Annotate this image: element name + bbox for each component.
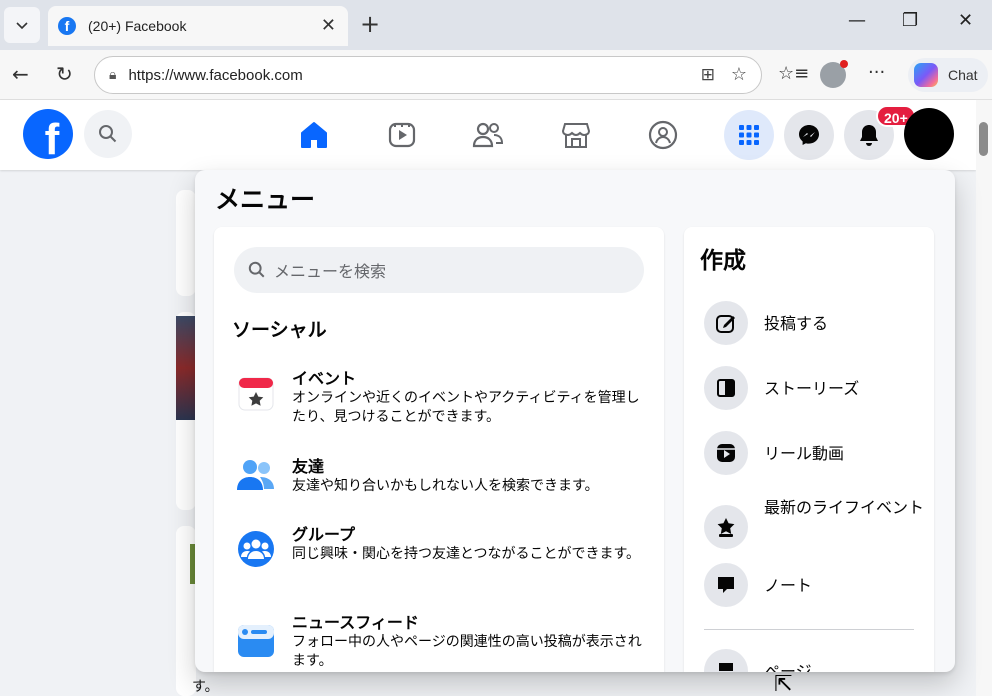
- messenger-button[interactable]: [784, 110, 834, 160]
- favorite-star-icon[interactable]: ☆: [731, 64, 747, 85]
- facebook-favicon-icon: f: [58, 17, 76, 35]
- profile-avatar-icon[interactable]: [820, 60, 848, 88]
- home-tab[interactable]: [296, 118, 332, 152]
- menu-item-groups[interactable]: グループ 同じ興味・関心を持つ友達とつながることができます。: [234, 521, 654, 585]
- star-badge-icon: [704, 505, 748, 549]
- menu-left-column: メニューを検索 ソーシャル イベント オンラインや近くのイベントやアクティビティ…: [214, 227, 664, 672]
- restore-icon[interactable]: ❐: [902, 10, 918, 31]
- more-options-icon[interactable]: ···: [868, 62, 885, 83]
- social-section-heading: ソーシャル: [232, 319, 327, 341]
- feed-card: [176, 526, 198, 696]
- menu-item-title: 友達: [292, 457, 325, 476]
- facebook-header: f 20+: [0, 100, 976, 170]
- browser-tab[interactable]: f (20+) Facebook ✕: [48, 6, 348, 46]
- back-arrow-icon[interactable]: ←: [12, 62, 29, 86]
- messenger-icon: [799, 125, 819, 145]
- groups-icon: [238, 531, 274, 567]
- friends-icon: [472, 122, 504, 148]
- refresh-icon[interactable]: ↻: [56, 62, 73, 86]
- menu-search-input[interactable]: メニューを検索: [234, 247, 644, 293]
- marketplace-tab[interactable]: [558, 118, 594, 152]
- menu-title: メニュー: [215, 185, 316, 214]
- menu-item-news-feed[interactable]: ニュースフィード フォロー中の人やページの関連性の高い投稿が表示されます。: [234, 609, 654, 672]
- home-icon: [301, 122, 327, 148]
- menu-search-placeholder: メニューを検索: [274, 262, 387, 281]
- window-close-icon[interactable]: ✕: [958, 10, 973, 31]
- feed-photo: [176, 316, 196, 420]
- marketplace-icon: [561, 123, 591, 148]
- feed-card: [176, 190, 196, 296]
- menu-item-description: 同じ興味・関心を持つ友達とつながることができます。: [292, 546, 641, 562]
- create-life-event-button[interactable]: 最新のライフイベント: [704, 497, 924, 557]
- copilot-icon: [914, 63, 938, 87]
- menu-item-events[interactable]: イベント オンラインや近くのイベントやアクティビティを管理したり、見つけることが…: [234, 365, 654, 429]
- create-item-label: 最新のライフイベント: [764, 498, 925, 517]
- create-reel-button[interactable]: リール動画: [704, 431, 924, 475]
- bell-icon: [860, 125, 878, 146]
- facebook-logo-icon[interactable]: f: [23, 109, 73, 159]
- news-feed-icon: [238, 625, 274, 657]
- create-item-label: ページ: [764, 662, 812, 672]
- groups-tab[interactable]: [645, 118, 681, 152]
- create-item-label: ストーリーズ: [764, 379, 860, 398]
- create-page-button[interactable]: ページ: [704, 649, 924, 672]
- url-text: https://www.facebook.com: [128, 66, 303, 84]
- create-item-label: 投稿する: [764, 314, 829, 333]
- speech-bubble-icon: [704, 563, 748, 607]
- chevron-down-icon: [16, 22, 28, 30]
- menu-item-title: イベント: [292, 369, 357, 388]
- profile-alert-dot: [840, 60, 848, 68]
- account-avatar[interactable]: [904, 108, 954, 160]
- feed-text-fragment: す。: [192, 679, 219, 695]
- menu-item-title: グループ: [292, 525, 356, 544]
- create-item-label: リール動画: [764, 444, 845, 463]
- menu-item-description: オンラインや近くのイベントやアクティビティを管理したり、見つけることができます。: [292, 390, 640, 425]
- video-tab[interactable]: [384, 118, 420, 152]
- scrollbar-thumb[interactable]: [979, 122, 988, 156]
- search-icon: [99, 125, 117, 143]
- copilot-label: Chat: [948, 67, 978, 83]
- menu-item-description: フォロー中の人やページの関連性の高い投稿が表示されます。: [292, 634, 642, 669]
- friends-icon: [237, 460, 274, 490]
- page-scrollbar[interactable]: [976, 100, 992, 696]
- url-input[interactable]: 🔒︎ https://www.facebook.com ⊞ ☆: [94, 56, 762, 94]
- flag-icon: [704, 649, 748, 672]
- menu-item-friends[interactable]: 友達 友達や知り合いかもしれない人を検索できます。: [234, 453, 654, 499]
- menu-item-title: ニュースフィード: [292, 613, 419, 632]
- mouse-cursor-icon: ⇱: [774, 672, 793, 696]
- reel-icon: [704, 431, 748, 475]
- menu-dropdown-panel: メニュー メニューを検索 ソーシャル イベント オンラインや近くのイベントやアク…: [195, 170, 955, 672]
- menu-item-description: 友達や知り合いかもしれない人を検索できます。: [292, 478, 599, 494]
- create-heading: 作成: [700, 248, 746, 274]
- create-note-button[interactable]: ノート: [704, 563, 924, 607]
- search-icon: [248, 261, 265, 278]
- tab-title: (20+) Facebook: [88, 18, 187, 34]
- menu-button[interactable]: [724, 110, 774, 160]
- tab-list-button[interactable]: [4, 7, 40, 43]
- create-divider: [704, 629, 914, 630]
- copilot-chat-button[interactable]: Chat: [908, 58, 988, 92]
- menu-grid-icon: [739, 125, 759, 145]
- search-button[interactable]: [84, 110, 132, 158]
- feed-card: [176, 312, 196, 510]
- create-column: 作成 投稿する ストーリーズ リール動画 最新のライフイベント ノート ページ: [684, 227, 934, 672]
- book-open-icon: [704, 366, 748, 410]
- create-story-button[interactable]: ストーリーズ: [704, 366, 924, 410]
- split-screen-icon[interactable]: ⊞: [701, 65, 715, 85]
- groups-icon: [648, 120, 678, 150]
- calendar-star-icon: [238, 377, 274, 411]
- lock-icon: 🔒︎: [109, 67, 117, 83]
- video-icon: [388, 122, 416, 148]
- favorites-list-icon[interactable]: ☆≡: [778, 63, 809, 84]
- address-bar-row: ← ↻ 🔒︎ https://www.facebook.com ⊞ ☆ ☆≡ ·…: [0, 50, 992, 100]
- close-tab-icon[interactable]: ✕: [321, 15, 336, 36]
- new-tab-button[interactable]: +: [360, 10, 380, 38]
- browser-tab-bar: f (20+) Facebook ✕ + — ❐ ✕: [0, 0, 992, 50]
- minimize-icon[interactable]: —: [848, 10, 866, 31]
- create-post-button[interactable]: 投稿する: [704, 301, 924, 345]
- edit-pencil-icon: [704, 301, 748, 345]
- friends-tab[interactable]: [470, 118, 506, 152]
- create-item-label: ノート: [764, 576, 813, 595]
